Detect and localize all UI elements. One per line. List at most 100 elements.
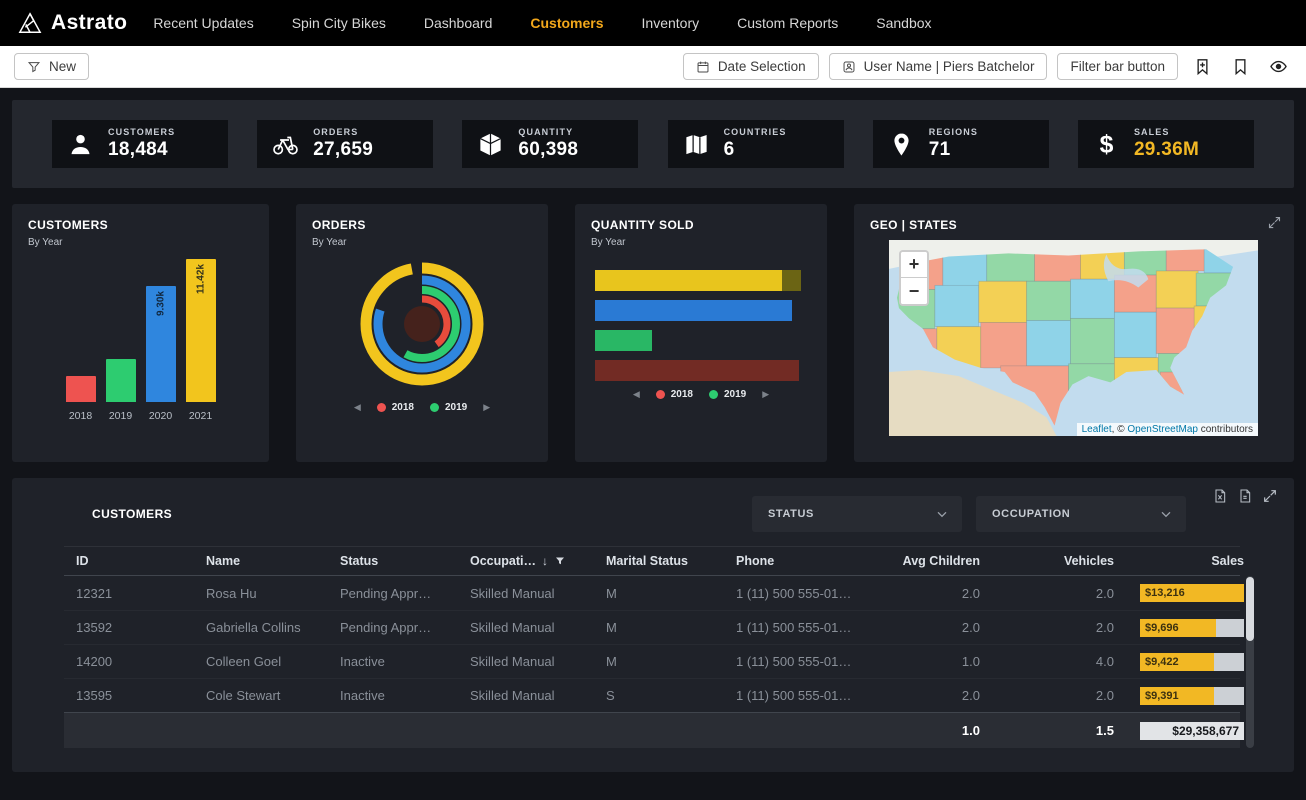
- legend-label: 2019: [445, 402, 467, 413]
- kpi-label: SALES: [1134, 127, 1199, 137]
- box-icon: [477, 131, 504, 158]
- cell-marital: M: [594, 586, 724, 601]
- column-header-sales[interactable]: Sales: [1140, 554, 1252, 568]
- quantity-bar-cap: [782, 270, 801, 291]
- kpi-card-countries: COUNTRIES6: [668, 120, 844, 168]
- user-button[interactable]: User Name | Piers Batchelor: [829, 53, 1048, 80]
- bar-2020[interactable]: 9.30k: [146, 286, 176, 402]
- bookmarks-button[interactable]: [1226, 53, 1254, 81]
- customers-table-panel: CUSTOMERS STATUS OCCUPATION: [12, 478, 1294, 772]
- legend-item-2018[interactable]: 2018: [656, 389, 693, 400]
- date-selection-button[interactable]: Date Selection: [683, 53, 819, 80]
- kpi-value: 18,484: [108, 139, 175, 161]
- table-row[interactable]: 13595Cole StewartInactiveSkilled ManualS…: [64, 678, 1240, 712]
- legend-dot: [377, 403, 386, 412]
- table-row[interactable]: 13592Gabriella CollinsPending Appr…Skill…: [64, 610, 1240, 644]
- kpi-value: 71: [929, 139, 978, 161]
- expand-icon[interactable]: [1262, 488, 1278, 504]
- table-scrollbar[interactable]: [1246, 576, 1254, 748]
- legend-next-button[interactable]: ▶: [483, 402, 490, 413]
- map-icon: [683, 131, 710, 158]
- sales-value: $9,422: [1145, 656, 1179, 668]
- column-header-label: Phone: [736, 554, 774, 568]
- calendar-icon: [696, 60, 710, 74]
- nav-item-spin-city-bikes[interactable]: Spin City Bikes: [292, 15, 386, 31]
- expand-icon[interactable]: [1267, 215, 1282, 235]
- axis-label-2020: 2020: [146, 410, 176, 422]
- sales-bar: $13,216: [1140, 584, 1244, 602]
- quantity-bar-2[interactable]: [595, 300, 792, 321]
- user-button-label: User Name | Piers Batchelor: [864, 59, 1035, 74]
- svg-text:$: $: [1100, 131, 1114, 158]
- scrollbar-thumb[interactable]: [1246, 577, 1254, 641]
- nav-item-recent-updates[interactable]: Recent Updates: [153, 15, 253, 31]
- osm-link[interactable]: OpenStreetMap: [1127, 424, 1198, 435]
- column-header-occupati[interactable]: Occupati…↓: [458, 554, 594, 568]
- column-header-vehicles[interactable]: Vehicles: [1014, 554, 1140, 568]
- column-header-label: Vehicles: [1064, 554, 1114, 568]
- legend-item-2018[interactable]: 2018: [377, 402, 414, 413]
- filter-bar-button[interactable]: Filter bar button: [1057, 53, 1178, 80]
- kpi-card-orders: ORDERS27,659: [257, 120, 433, 168]
- leaflet-link[interactable]: Leaflet: [1082, 424, 1112, 435]
- quantity-bar-4[interactable]: [595, 360, 799, 381]
- kpi-text: CUSTOMERS18,484: [108, 127, 175, 161]
- quantity-bar-1[interactable]: [595, 270, 801, 291]
- column-header-marital-status[interactable]: Marital Status: [594, 554, 724, 568]
- cell-vehicles: 2.0: [1014, 620, 1140, 635]
- customers-chart-panel: CUSTOMERS By Year 9.30k11.42k 2018201920…: [12, 204, 269, 462]
- legend-prev-button[interactable]: ◀: [633, 389, 640, 400]
- legend-prev-button[interactable]: ◀: [354, 402, 361, 413]
- legend-item-2019[interactable]: 2019: [709, 389, 746, 400]
- bar-2019[interactable]: [106, 359, 136, 402]
- kpi-text: QUANTITY60,398: [518, 127, 578, 161]
- kpi-value: 27,659: [313, 139, 373, 161]
- sort-desc-icon[interactable]: ↓: [542, 554, 548, 568]
- export-document-icon[interactable]: [1237, 488, 1253, 504]
- add-bookmark-button[interactable]: [1188, 53, 1216, 81]
- view-button[interactable]: [1264, 53, 1292, 81]
- kpi-card-quantity: QUANTITY60,398: [462, 120, 638, 168]
- nav-item-dashboard[interactable]: Dashboard: [424, 15, 493, 31]
- column-header-phone[interactable]: Phone: [724, 554, 914, 568]
- export-excel-icon[interactable]: [1212, 488, 1228, 504]
- filter-icon[interactable]: [554, 555, 566, 567]
- status-filter-dropdown[interactable]: STATUS: [752, 496, 962, 532]
- column-header-id[interactable]: ID: [64, 554, 194, 568]
- column-header-label: ID: [76, 554, 89, 568]
- geo-map-title: GEO | STATES: [870, 218, 1278, 232]
- column-header-avg-children[interactable]: Avg Children: [914, 554, 1014, 568]
- cell-phone: 1 (11) 500 555-01…: [724, 586, 914, 601]
- dollar-icon: $: [1093, 131, 1120, 158]
- new-button[interactable]: New: [14, 53, 89, 80]
- legend-label: 2018: [392, 402, 414, 413]
- us-map[interactable]: + − Leaflet, © OpenStreetMap contributor…: [889, 240, 1258, 436]
- nav-item-customers[interactable]: Customers: [530, 15, 603, 31]
- customers-bar-xaxis: 2018201920202021: [28, 410, 253, 422]
- quantity-bar-plot: [591, 270, 811, 381]
- table-row[interactable]: 12321Rosa HuPending Appr…Skilled ManualM…: [64, 576, 1240, 610]
- radial-center: [404, 306, 440, 342]
- legend-next-button[interactable]: ▶: [762, 389, 769, 400]
- zoom-in-button[interactable]: +: [901, 252, 927, 278]
- zoom-out-button[interactable]: −: [901, 278, 927, 304]
- cell-children: 2.0: [914, 688, 1014, 703]
- brand[interactable]: Astrato: [18, 11, 127, 35]
- cell-id: 12321: [64, 586, 194, 601]
- customers-chart-title: CUSTOMERS: [28, 218, 253, 232]
- nav-item-custom-reports[interactable]: Custom Reports: [737, 15, 838, 31]
- legend-item-2019[interactable]: 2019: [430, 402, 467, 413]
- table-row[interactable]: 14200Colleen GoelInactiveSkilled ManualM…: [64, 644, 1240, 678]
- kpi-label: COUNTRIES: [724, 127, 787, 137]
- sales-bar: $9,696: [1140, 619, 1244, 637]
- bar-2018[interactable]: [66, 376, 96, 402]
- column-header-status[interactable]: Status: [328, 554, 458, 568]
- occupation-filter-dropdown[interactable]: OCCUPATION: [976, 496, 1186, 532]
- quantity-bar-3[interactable]: [595, 330, 652, 351]
- kpi-text: ORDERS27,659: [313, 127, 373, 161]
- column-header-name[interactable]: Name: [194, 554, 328, 568]
- bar-2021[interactable]: 11.42k: [186, 259, 216, 402]
- nav-item-inventory[interactable]: Inventory: [642, 15, 700, 31]
- cell-vehicles: 4.0: [1014, 654, 1140, 669]
- nav-item-sandbox[interactable]: Sandbox: [876, 15, 931, 31]
